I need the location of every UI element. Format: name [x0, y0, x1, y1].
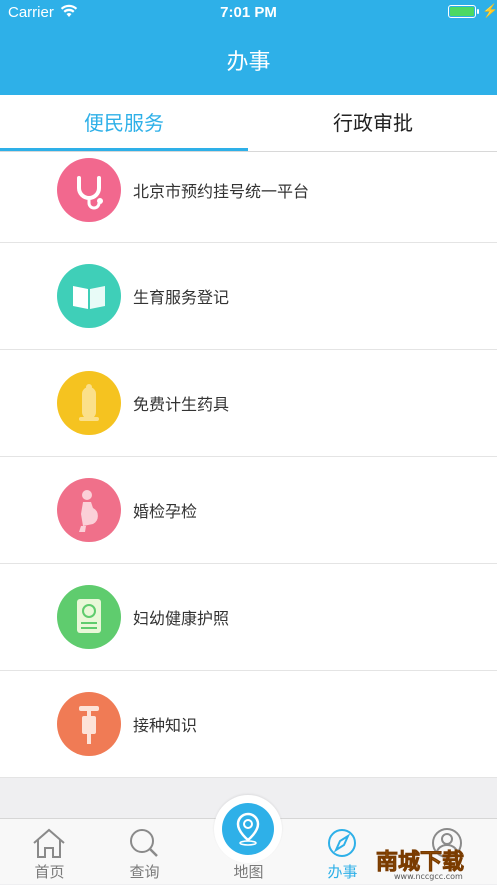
- service-item-maternal-health-passport[interactable]: 妇幼健康护照: [0, 564, 497, 671]
- home-icon: [33, 828, 65, 858]
- service-item-marriage-pregnancy-check[interactable]: 婚检孕检: [0, 457, 497, 564]
- charging-icon: ⚡: [482, 3, 497, 18]
- status-bar: Carrier 7:01 PM ⚡: [0, 0, 497, 24]
- tabbar-item-home[interactable]: 首页: [0, 819, 99, 884]
- compass-icon: [328, 829, 356, 857]
- service-label: 生育服务登记: [133, 288, 230, 307]
- svg-text:www.nccgcc.com: www.nccgcc.com: [394, 872, 463, 881]
- battery-icon: [448, 5, 479, 18]
- map-button[interactable]: [214, 795, 282, 863]
- service-label: 北京市预约挂号统一平台: [133, 182, 310, 201]
- condom-icon: [57, 371, 121, 435]
- search-icon: [130, 829, 158, 857]
- passport-icon: [57, 585, 121, 649]
- page-title: 办事: [226, 50, 271, 75]
- service-item-birth-registration[interactable]: 生育服务登记: [0, 243, 497, 350]
- segment-tabs: 便民服务 行政审批: [0, 95, 497, 152]
- service-label: 免费计生药具: [133, 395, 230, 414]
- stethoscope-icon: [57, 158, 121, 222]
- syringe-icon: [57, 692, 121, 756]
- service-item-appointment[interactable]: 北京市预约挂号统一平台: [0, 152, 497, 243]
- tabbar-label: 查询: [129, 863, 160, 881]
- tabbar-item-query[interactable]: 查询: [95, 819, 194, 884]
- map-pin-icon: [236, 812, 260, 846]
- tab-administrative-approval[interactable]: 行政审批: [249, 95, 497, 151]
- clock: 7:01 PM: [220, 4, 277, 21]
- service-label: 妇幼健康护照: [133, 609, 230, 628]
- tabbar-label: 首页: [34, 863, 65, 881]
- service-label: 接种知识: [133, 716, 198, 735]
- nav-bar: 办事: [0, 24, 497, 95]
- tabbar-label: 地图: [233, 863, 264, 881]
- service-label: 婚检孕检: [133, 502, 198, 521]
- service-item-free-contraceptives[interactable]: 免费计生药具: [0, 350, 497, 457]
- service-list: 北京市预约挂号统一平台 生育服务登记 免费计生药具 婚检孕检 妇幼健康护照 接种…: [0, 152, 497, 778]
- service-item-vaccination-knowledge[interactable]: 接种知识: [0, 671, 497, 778]
- tab-convenience-services[interactable]: 便民服务: [0, 95, 248, 151]
- pregnant-icon: [57, 478, 121, 542]
- book-icon: [57, 264, 121, 328]
- watermark-logo: 南城下载 www.nccgcc.com: [372, 845, 492, 881]
